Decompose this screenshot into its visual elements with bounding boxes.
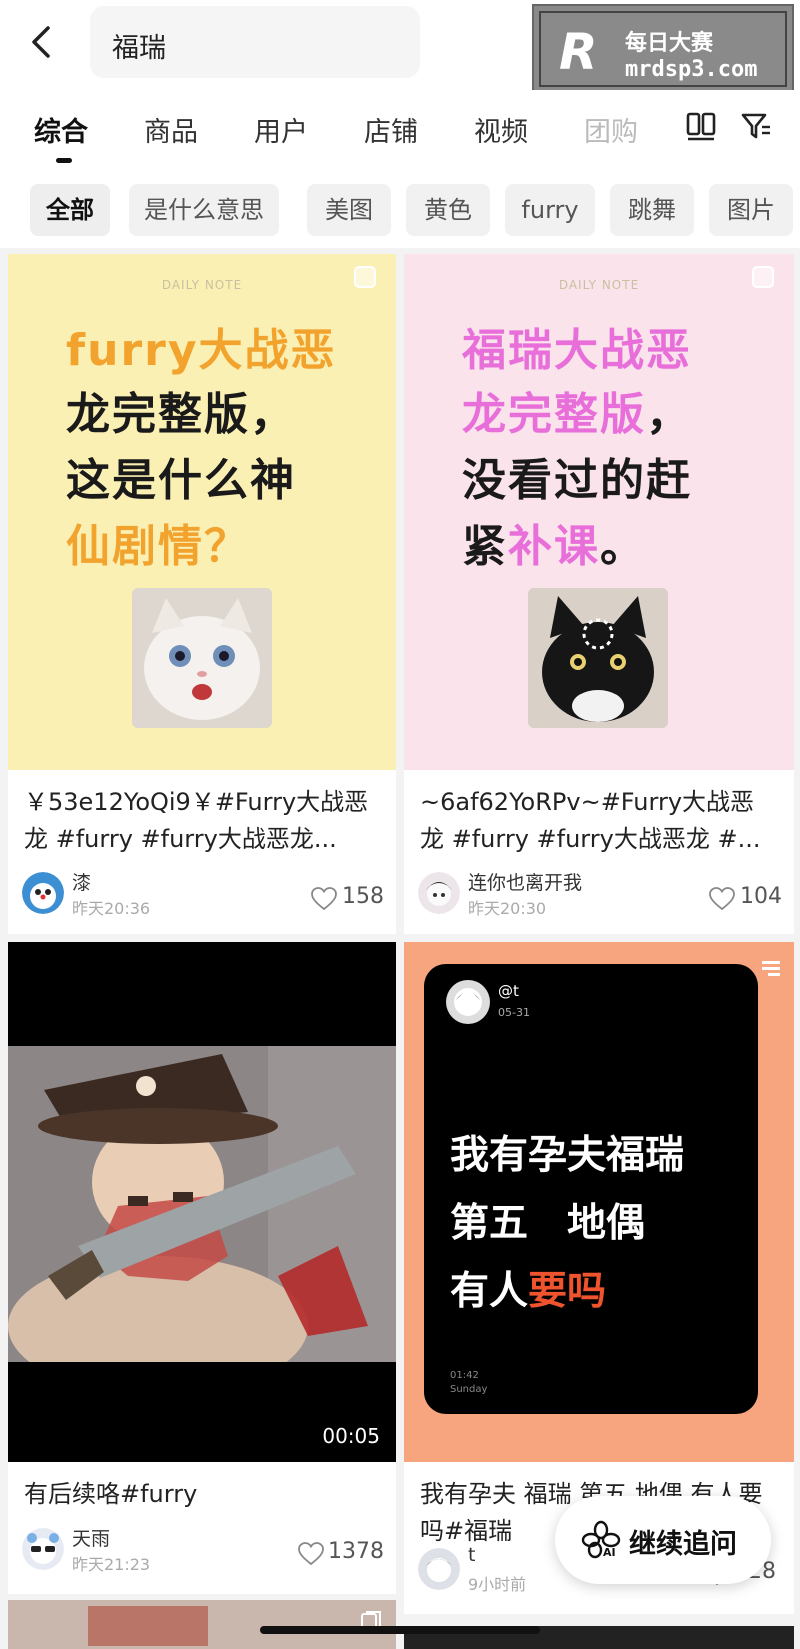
tab-group-buy[interactable]: 团购 [584,110,638,149]
phone-text-line: 有人要吗 [450,1269,607,1314]
follow-up-label: 继续追问 [629,1529,737,1560]
tab-shops[interactable]: 店铺 [364,110,418,149]
daily-note-label: DAILY NOTE [558,278,640,292]
author-name[interactable]: 漆 [72,868,91,895]
author-name[interactable]: 连你也离开我 [468,868,582,895]
watermark-line1: 每日大赛 [625,31,714,56]
like-count: 104 [740,884,782,909]
chip-pictures[interactable]: 美图 [307,184,391,236]
post-caption[interactable]: ~6af62YoRPv~#Furry大战恶龙 #furry #furry大战恶龙… [420,784,778,858]
tab-users[interactable]: 用户 [254,110,308,149]
poster-line: 龙完整版， [462,389,692,440]
poster-line: 没看过的赶 [462,455,692,506]
chip-all[interactable]: 全部 [30,184,110,236]
tab-products[interactable]: 商品 [144,110,198,149]
active-tab-indicator [56,158,72,163]
post-card[interactable]: 00:05 有后续咯#furry 天雨 昨天21:23 1378 [8,942,396,1594]
post-caption[interactable]: 有后续咯#furry [24,1476,380,1513]
search-input[interactable]: 福瑞 [90,6,420,78]
phone-date: 05-31 [498,1006,530,1019]
phone-clock: 01:42 [450,1370,479,1381]
video-thumbnail[interactable]: 00:05 [8,942,396,1462]
post-card[interactable]: DAILY NOTE 福瑞大战恶 龙完整版， 没看过的赶 紧补课。 ~6af62… [404,254,794,934]
filter-chips: 全部 是什么意思 美图 黄色 furry 跳舞 图片 [0,168,800,248]
search-query: 福瑞 [112,33,166,64]
chip-furry[interactable]: furry [505,184,595,236]
chip-images[interactable]: 图片 [709,184,793,236]
avatar[interactable] [22,872,64,914]
post-time: 昨天21:23 [72,1555,151,1574]
follow-up-ask-button[interactable]: AI 继续追问 [555,1496,771,1584]
select-checkbox[interactable] [752,266,774,288]
phone-text-line: 第五 地偶 [450,1201,646,1246]
post-thumbnail[interactable]: DAILY NOTE furry大战恶 龙完整版， 这是什么神 仙剧情？ [8,254,396,770]
avatar [446,980,490,1024]
top-bar: 福瑞 R 每日大赛 mrdsp3.com [0,0,800,94]
chip-dance[interactable]: 跳舞 [610,184,694,236]
heart-icon[interactable] [298,1542,324,1566]
phone-day: Sunday [450,1384,488,1395]
chip-yellow[interactable]: 黄色 [406,184,490,236]
tab-videos[interactable]: 视频 [474,110,528,149]
layout-toggle-icon[interactable] [685,110,717,142]
avatar[interactable] [418,1548,460,1590]
heart-icon[interactable] [311,887,337,911]
avatar[interactable] [418,872,460,914]
poster-line: furry大战恶 [66,325,337,376]
author-name[interactable]: t [468,1544,475,1566]
author-name[interactable]: 天雨 [72,1524,110,1551]
like-count: 158 [342,884,384,909]
post-time: 昨天20:36 [72,899,151,918]
poster-line: 福瑞大战恶 [462,325,692,376]
tab-comprehensive[interactable]: 综合 [34,110,88,149]
phone-text-line: 我有孕夫福瑞 [450,1133,685,1178]
white-cat-image [132,588,272,728]
poster-line: 龙完整版， [66,389,296,440]
watermark-line2: mrdsp3.com [625,57,758,82]
post-time: 9小时前 [468,1575,527,1594]
avatar[interactable] [22,1528,64,1570]
like-count: 1378 [328,1539,384,1564]
watermark-logo: R [559,23,598,81]
select-checkbox[interactable] [354,266,376,288]
back-arrow-icon[interactable] [22,22,62,62]
poster-line: 仙剧情？ [66,521,250,572]
chip-meaning[interactable]: 是什么意思 [129,184,279,236]
home-indicator [260,1626,540,1634]
svg-text:AI: AI [603,1546,616,1559]
furry-pirate-illustration [8,1046,396,1362]
phone-handle: @t [498,982,519,1000]
post-thumbnail[interactable]: @t 05-31 我有孕夫福瑞 第五 地偶 有人要吗 01:42 Sunday [404,942,794,1462]
phone-screenshot: @t 05-31 我有孕夫福瑞 第五 地偶 有人要吗 01:42 Sunday [424,964,758,1414]
post-caption[interactable]: ￥53e12YoQi9￥#Furry大战恶龙 #furry #furry大战恶龙… [24,784,380,858]
watermark: R 每日大赛 mrdsp3.com [532,4,794,94]
multi-image-icon [762,961,780,976]
post-card-partial[interactable] [8,1600,396,1649]
category-tabs: 综合 商品 用户 店铺 视频 团购 [0,90,800,168]
ai-flower-icon: AI [581,1520,621,1559]
poster-line: 紧补课。 [462,521,646,572]
video-duration: 00:05 [322,1424,380,1448]
filter-icon[interactable] [740,110,772,142]
heart-icon[interactable] [709,887,735,911]
poster-line: 这是什么神 [66,455,296,506]
daily-note-label: DAILY NOTE [161,278,243,292]
black-cat-image [528,588,668,728]
post-thumbnail[interactable]: DAILY NOTE 福瑞大战恶 龙完整版， 没看过的赶 紧补课。 [404,254,794,770]
post-card[interactable]: DAILY NOTE furry大战恶 龙完整版， 这是什么神 仙剧情？ ￥53… [8,254,396,934]
post-time: 昨天20:30 [468,899,547,918]
